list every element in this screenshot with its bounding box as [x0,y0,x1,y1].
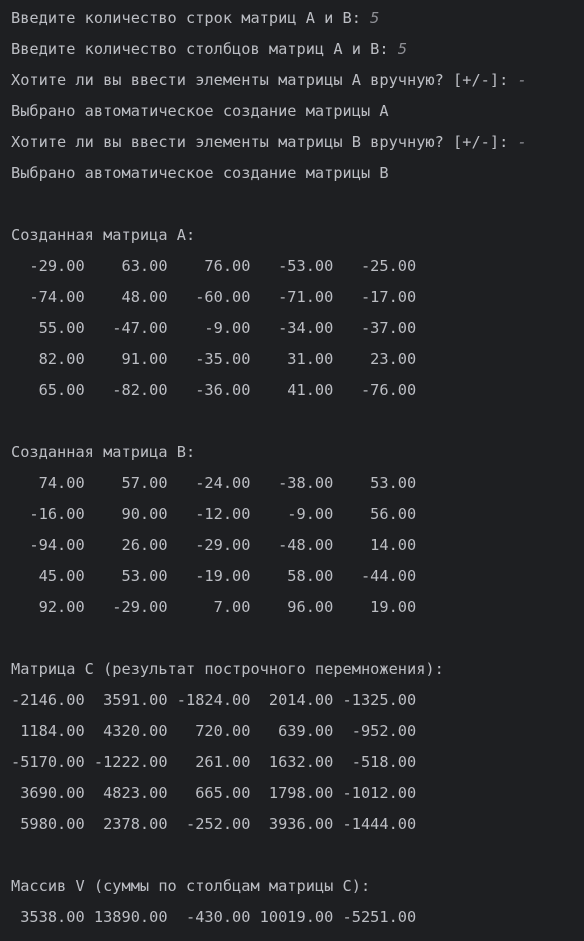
console-output: Введите количество строк матриц A и B: 5… [0,0,584,941]
matrix-c-row: -5170.00 -1222.00 261.00 1632.00 -518.00 [11,753,417,771]
matrix-a-row: -74.00 48.00 -60.00 -71.00 -17.00 [11,288,417,306]
prompt-manual-a: Хотите ли вы ввести элементы матрицы A в… [11,65,527,96]
matrix-a-row: 55.00 -47.00 -9.00 -34.00 -37.00 [11,319,417,337]
array-v-title: Массив V (суммы по столбцам матрицы C): [11,877,371,895]
matrix-c-title: Матрица C (результат построчного перемно… [11,660,444,678]
matrix-a-row: 82.00 91.00 -35.00 31.00 23.00 [11,350,417,368]
matrix-c-row: 1184.00 4320.00 720.00 639.00 -952.00 [11,722,417,740]
matrix-c-row: 3690.00 4823.00 665.00 1798.00 -1012.00 [11,784,417,802]
prompt-text: Хотите ли вы ввести элементы матрицы B в… [11,133,518,151]
matrix-a-row: -29.00 63.00 76.00 -53.00 -25.00 [11,257,417,275]
matrix-a-row: 65.00 -82.00 -36.00 41.00 -76.00 [11,381,417,399]
user-input: 5 [370,9,380,27]
matrix-c-row: -2146.00 3591.00 -1824.00 2014.00 -1325.… [11,691,417,709]
matrix-c-row: 5980.00 2378.00 -252.00 3936.00 -1444.00 [11,815,417,833]
matrix-b-title: Созданная матрица B: [11,443,196,461]
user-input: 5 [397,40,408,58]
prompt-cols: Введите количество столбцов матриц A и B… [11,34,407,65]
matrix-b-row: -16.00 90.00 -12.00 -9.00 56.00 [11,505,417,523]
prompt-text: Введите количество столбцов матриц A и B… [11,40,398,58]
user-input: - [517,133,527,151]
matrix-b-row: 92.00 -29.00 7.00 96.00 19.00 [11,598,417,616]
user-input: - [517,71,527,89]
matrix-b-row: 74.00 57.00 -24.00 -38.00 53.00 [11,474,417,492]
array-v-row: 3538.00 13890.00 -430.00 10019.00 -5251.… [11,908,417,926]
auto-b-message: Выбрано автоматическое создание матрицы … [11,164,389,182]
matrix-b-row: -94.00 26.00 -29.00 -48.00 14.00 [11,536,417,554]
prompt-text: Хотите ли вы ввести элементы матрицы A в… [11,71,518,89]
auto-a-message: Выбрано автоматическое создание матрицы … [11,102,389,120]
prompt-manual-b: Хотите ли вы ввести элементы матрицы B в… [11,127,527,158]
matrix-b-row: 45.00 53.00 -19.00 58.00 -44.00 [11,567,417,585]
prompt-text: Введите количество строк матриц A и B: [11,9,371,27]
prompt-rows: Введите количество строк матриц A и B: 5 [11,3,379,34]
matrix-a-title: Созданная матрица A: [11,226,196,244]
